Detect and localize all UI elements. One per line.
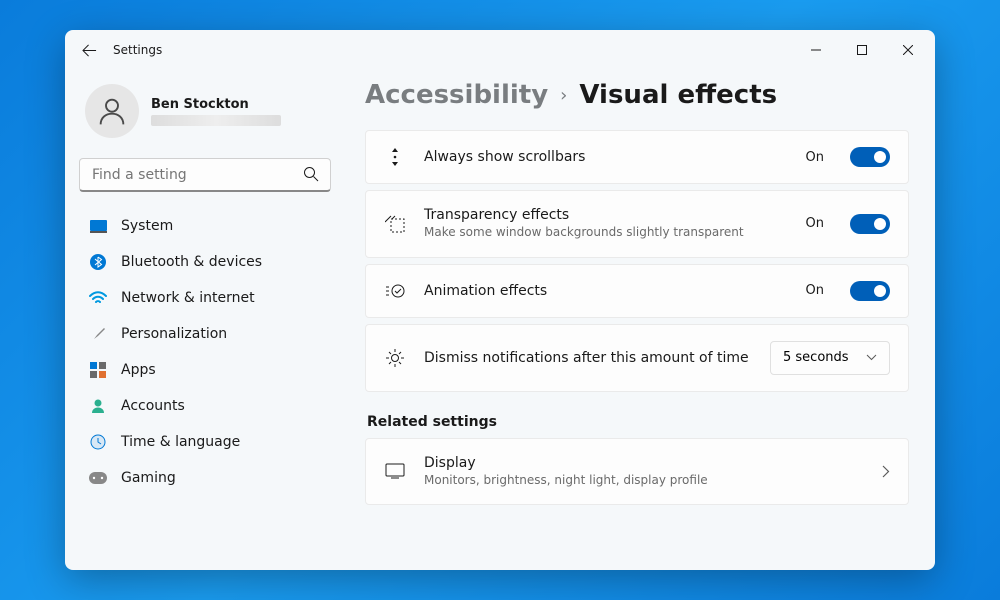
gaming-icon <box>89 469 107 487</box>
setting-title: Transparency effects <box>424 207 788 223</box>
back-button[interactable] <box>69 30 109 70</box>
bluetooth-icon <box>89 253 107 271</box>
minimize-button[interactable] <box>793 30 839 70</box>
person-icon <box>96 95 128 127</box>
system-icon <box>89 217 107 235</box>
sidebar-item-bluetooth[interactable]: Bluetooth & devices <box>79 244 325 280</box>
setting-title: Display <box>424 455 864 471</box>
sidebar-item-label: Accounts <box>121 398 185 414</box>
section-heading: Related settings <box>367 414 907 430</box>
sidebar-item-label: Gaming <box>121 470 176 486</box>
sidebar-item-label: Personalization <box>121 326 227 342</box>
sidebar-item-gaming[interactable]: Gaming <box>79 460 325 496</box>
toggle-switch[interactable] <box>850 147 890 167</box>
nav-list: System Bluetooth & devices Network & int… <box>79 208 331 570</box>
settings-window: Settings Ben Stockton Syst <box>65 30 935 570</box>
accounts-icon <box>89 397 107 415</box>
toggle-state: On <box>806 150 824 165</box>
user-email-placeholder <box>151 115 281 126</box>
sidebar-item-label: Time & language <box>121 434 240 450</box>
duration-dropdown[interactable]: 5 seconds <box>770 341 890 375</box>
scrollbars-icon <box>384 147 406 167</box>
brush-icon <box>89 325 107 343</box>
titlebar: Settings <box>65 30 935 70</box>
dropdown-value: 5 seconds <box>783 350 849 365</box>
close-icon <box>903 45 913 55</box>
sidebar: Ben Stockton System Bluetooth & devices … <box>65 70 345 570</box>
avatar <box>85 84 139 138</box>
setting-transparency[interactable]: Transparency effects Make some window bac… <box>365 190 909 258</box>
user-name: Ben Stockton <box>151 97 281 112</box>
search-container <box>79 158 331 192</box>
user-block[interactable]: Ben Stockton <box>79 70 331 158</box>
window-controls <box>793 30 931 70</box>
sidebar-item-apps[interactable]: Apps <box>79 352 325 388</box>
breadcrumb: Accessibility › Visual effects <box>365 80 909 110</box>
setting-dismiss-notifications[interactable]: Dismiss notifications after this amount … <box>365 324 909 392</box>
sidebar-item-personalization[interactable]: Personalization <box>79 316 325 352</box>
display-icon <box>384 463 406 479</box>
window-body: Ben Stockton System Bluetooth & devices … <box>65 70 935 570</box>
setting-sub: Make some window backgrounds slightly tr… <box>424 225 788 241</box>
maximize-icon <box>857 45 867 55</box>
sidebar-item-system[interactable]: System <box>79 208 325 244</box>
wifi-icon <box>89 289 107 307</box>
setting-title: Dismiss notifications after this amount … <box>424 350 752 366</box>
time-icon <box>89 433 107 451</box>
close-button[interactable] <box>885 30 931 70</box>
sidebar-item-label: Apps <box>121 362 156 378</box>
maximize-button[interactable] <box>839 30 885 70</box>
content-area: Accessibility › Visual effects Always sh… <box>345 70 935 570</box>
app-title: Settings <box>113 43 162 57</box>
chevron-down-icon <box>866 354 877 361</box>
search-icon <box>303 166 319 182</box>
related-display[interactable]: Display Monitors, brightness, night light… <box>365 438 909 506</box>
animation-icon <box>384 283 406 299</box>
minimize-icon <box>811 45 821 55</box>
sidebar-item-label: Network & internet <box>121 290 255 306</box>
setting-title: Animation effects <box>424 283 788 299</box>
chevron-right-icon: › <box>560 85 567 106</box>
toggle-state: On <box>806 216 824 231</box>
chevron-right-icon <box>882 465 890 478</box>
apps-icon <box>89 361 107 379</box>
setting-title: Always show scrollbars <box>424 149 788 165</box>
breadcrumb-parent[interactable]: Accessibility <box>365 80 548 110</box>
sidebar-item-time[interactable]: Time & language <box>79 424 325 460</box>
arrow-left-icon <box>82 43 97 58</box>
sidebar-item-network[interactable]: Network & internet <box>79 280 325 316</box>
setting-scrollbars[interactable]: Always show scrollbars On <box>365 130 909 184</box>
transparency-icon <box>384 215 406 233</box>
toggle-switch[interactable] <box>850 214 890 234</box>
sidebar-item-accounts[interactable]: Accounts <box>79 388 325 424</box>
setting-sub: Monitors, brightness, night light, displ… <box>424 473 864 489</box>
page-title: Visual effects <box>579 80 777 110</box>
sidebar-item-label: System <box>121 218 173 234</box>
sidebar-item-label: Bluetooth & devices <box>121 254 262 270</box>
toggle-state: On <box>806 283 824 298</box>
setting-animation[interactable]: Animation effects On <box>365 264 909 318</box>
brightness-icon <box>384 348 406 368</box>
search-input[interactable] <box>79 158 331 192</box>
toggle-switch[interactable] <box>850 281 890 301</box>
